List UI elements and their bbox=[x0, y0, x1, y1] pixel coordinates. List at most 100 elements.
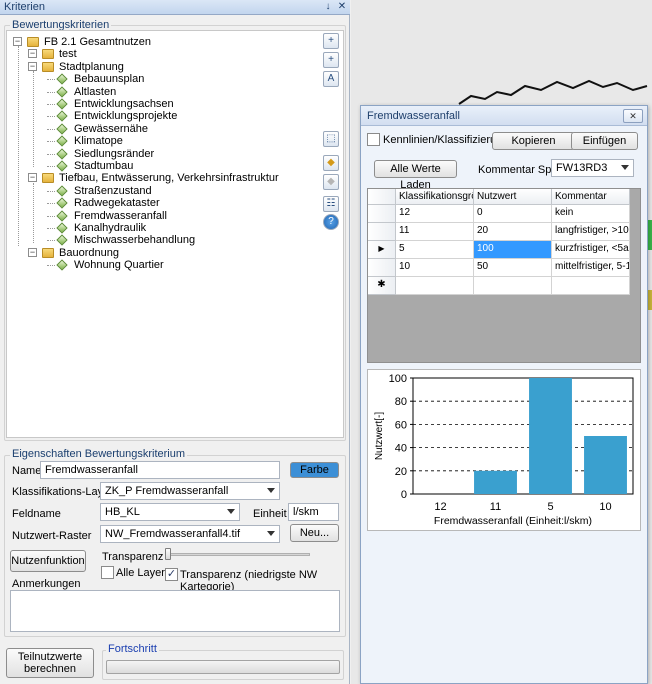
tree-node[interactable]: Fremdwasseranfall bbox=[7, 210, 327, 223]
transparenz-nw-checkbox[interactable]: ✓ bbox=[165, 568, 178, 581]
row-header[interactable]: ▶ bbox=[368, 241, 396, 259]
layer-disabled-icon[interactable]: ◆ bbox=[323, 174, 339, 190]
criteria-tree[interactable]: − FB 2.1 Gesamtnutzen − test − Stadtplanung Be… bbox=[6, 30, 344, 438]
collapse-icon[interactable]: − bbox=[28, 49, 37, 59]
y-tick-label: 40 bbox=[395, 443, 407, 455]
tree-connector bbox=[47, 116, 55, 118]
table-cell[interactable]: 5 bbox=[396, 241, 474, 259]
kennlinien-checkbox[interactable] bbox=[367, 133, 380, 146]
collapse-icon[interactable]: − bbox=[28, 173, 37, 183]
table-cell[interactable]: mittelfristiger, 5-1... bbox=[552, 259, 630, 277]
tree-node[interactable]: Radwegekataster bbox=[7, 197, 327, 210]
tree-node[interactable]: Straßenzustand bbox=[7, 185, 327, 198]
tree-node-label: Wohnung Quartier bbox=[74, 259, 164, 272]
collapse-icon[interactable]: − bbox=[28, 247, 37, 257]
table-icon[interactable]: ☷ bbox=[323, 196, 339, 212]
layer-diamond-icon[interactable]: ◆ bbox=[323, 155, 339, 171]
tree-node[interactable]: − FB 2.1 Gesamtnutzen bbox=[7, 36, 327, 49]
klass-layer-select[interactable]: ZK_P Fremdwasseranfall bbox=[100, 482, 280, 500]
einfuegen-button[interactable]: Einfügen bbox=[571, 132, 638, 150]
tree-node[interactable]: Kanalhydraulik bbox=[7, 222, 327, 235]
tree-node[interactable]: Wohnung Quartier bbox=[7, 259, 327, 272]
nutzenfunktion-button[interactable]: Nutzenfunktion bbox=[10, 550, 86, 572]
tree-node[interactable]: Altlasten bbox=[7, 86, 327, 99]
tree-node[interactable]: − Stadtplanung bbox=[7, 61, 327, 74]
table-header[interactable]: Klassifikationsgröße bbox=[396, 189, 474, 205]
tree-node-label: Kanalhydraulik bbox=[74, 222, 147, 234]
alle-werte-laden-button[interactable]: Alle Werte Laden bbox=[374, 160, 457, 191]
row-header[interactable] bbox=[368, 259, 396, 277]
classification-table[interactable]: KlassifikationsgrößeNutzwertKommentar 120… bbox=[367, 188, 641, 363]
table-cell[interactable]: kein bbox=[552, 205, 630, 223]
tree-node-label: Mischwasserbehandlung bbox=[74, 234, 196, 247]
table-cell[interactable]: langfristiger, >10 a bbox=[552, 223, 630, 241]
y-tick-label: 0 bbox=[401, 489, 407, 501]
table-cell[interactable]: 10 bbox=[396, 259, 474, 277]
table-cell[interactable]: 50 bbox=[474, 259, 552, 277]
chevron-down-icon bbox=[227, 509, 235, 514]
table-cell[interactable]: 12 bbox=[396, 205, 474, 223]
tree-node[interactable]: Bebauunsplan bbox=[7, 73, 327, 86]
table-header[interactable]: Nutzwert bbox=[474, 189, 552, 205]
row-header[interactable] bbox=[368, 205, 396, 223]
table-cell-empty[interactable] bbox=[474, 277, 552, 295]
raster-select[interactable]: NW_Fremdwasseranfall4.tif bbox=[100, 525, 280, 543]
tree-connector bbox=[47, 215, 55, 217]
teilnutzwerte-button[interactable]: Teilnutzwerte berechnen bbox=[6, 648, 94, 678]
tree-node[interactable]: Klimatope bbox=[7, 135, 327, 148]
table-cell[interactable]: 100 bbox=[474, 241, 552, 259]
table-header[interactable]: Kommentar bbox=[552, 189, 630, 205]
kriterien-panel: Kriterien ↓ ✕ Bewertungskriterien − FB 2.… bbox=[0, 0, 350, 684]
properties-group-label: Eigenschaften Bewertungskriterium bbox=[10, 448, 188, 460]
table-cell[interactable]: kurzfristiger, <5a bbox=[552, 241, 630, 259]
tree-node-label: Fremdwasseranfall bbox=[74, 209, 167, 222]
row-header[interactable] bbox=[368, 223, 396, 241]
dialog-close-icon[interactable]: ✕ bbox=[623, 109, 643, 123]
panel-close-icon[interactable]: ✕ bbox=[336, 1, 348, 13]
table-cell-empty[interactable] bbox=[396, 277, 474, 295]
table-cell[interactable]: 0 bbox=[474, 205, 552, 223]
alle-layer-checkbox[interactable] bbox=[101, 566, 114, 579]
criterion-icon bbox=[56, 259, 68, 271]
feldname-value: HB_KL bbox=[105, 506, 140, 518]
select-area-icon[interactable]: ⬚ bbox=[323, 131, 339, 147]
kopieren-button[interactable]: Kopieren bbox=[492, 132, 575, 150]
color-button[interactable]: Farbe bbox=[290, 462, 339, 478]
collapse-icon[interactable]: − bbox=[28, 61, 37, 71]
tree-node[interactable]: − Bauordnung bbox=[7, 247, 327, 260]
tree-node[interactable]: Gewässernähe bbox=[7, 123, 327, 136]
table-cell[interactable]: 11 bbox=[396, 223, 474, 241]
einheit-field[interactable]: l/skm bbox=[288, 503, 339, 521]
tree-node[interactable]: Entwicklungsprojekte bbox=[7, 110, 327, 123]
criterion-icon bbox=[56, 147, 68, 160]
add-folder-icon[interactable]: + bbox=[323, 33, 339, 49]
add-criterion-icon[interactable]: + bbox=[323, 52, 339, 68]
new-row-header[interactable]: ✱ bbox=[368, 277, 396, 295]
progress-label: Fortschritt bbox=[106, 643, 159, 655]
neu-button[interactable]: Neu... bbox=[290, 524, 339, 542]
tree-node-label: Entwicklungsachsen bbox=[74, 98, 174, 110]
tree-node[interactable]: Stadtumbau bbox=[7, 160, 327, 173]
rename-icon[interactable]: A bbox=[323, 71, 339, 87]
kommentar-spalte-select[interactable]: FW13RD3 bbox=[551, 159, 634, 177]
teilnutzwerte-line2: berechnen bbox=[24, 663, 76, 675]
transparenz-slider-thumb[interactable] bbox=[165, 548, 171, 560]
tree-node[interactable]: − test bbox=[7, 48, 327, 61]
table-cell[interactable]: 20 bbox=[474, 223, 552, 241]
chart-container: 0 20 40 60 80 100 12 11 5 10 Fremdwasseranfall (Ei… bbox=[367, 369, 641, 531]
tree-connector bbox=[47, 228, 55, 229]
anmerkungen-field[interactable] bbox=[10, 590, 340, 632]
tree-node[interactable]: Siedlungsränder bbox=[7, 148, 327, 161]
chevron-down-icon bbox=[267, 488, 275, 493]
transparenz-slider-track[interactable] bbox=[165, 553, 310, 556]
help-icon[interactable]: ? bbox=[323, 214, 339, 230]
criterion-icon bbox=[56, 135, 68, 147]
collapse-icon[interactable]: − bbox=[13, 37, 22, 46]
tree-node[interactable]: Mischwasserbehandlung bbox=[7, 234, 327, 247]
tree-node[interactable]: − Tiefbau, Entwässerung, Verkehrsinfrastr… bbox=[7, 172, 327, 185]
name-field[interactable]: Fremdwasseranfall bbox=[40, 461, 280, 479]
table-cell-empty[interactable] bbox=[552, 277, 630, 295]
pin-icon[interactable]: ↓ bbox=[322, 1, 334, 13]
tree-node[interactable]: Entwicklungsachsen bbox=[7, 98, 327, 111]
feldname-select[interactable]: HB_KL bbox=[100, 503, 240, 521]
